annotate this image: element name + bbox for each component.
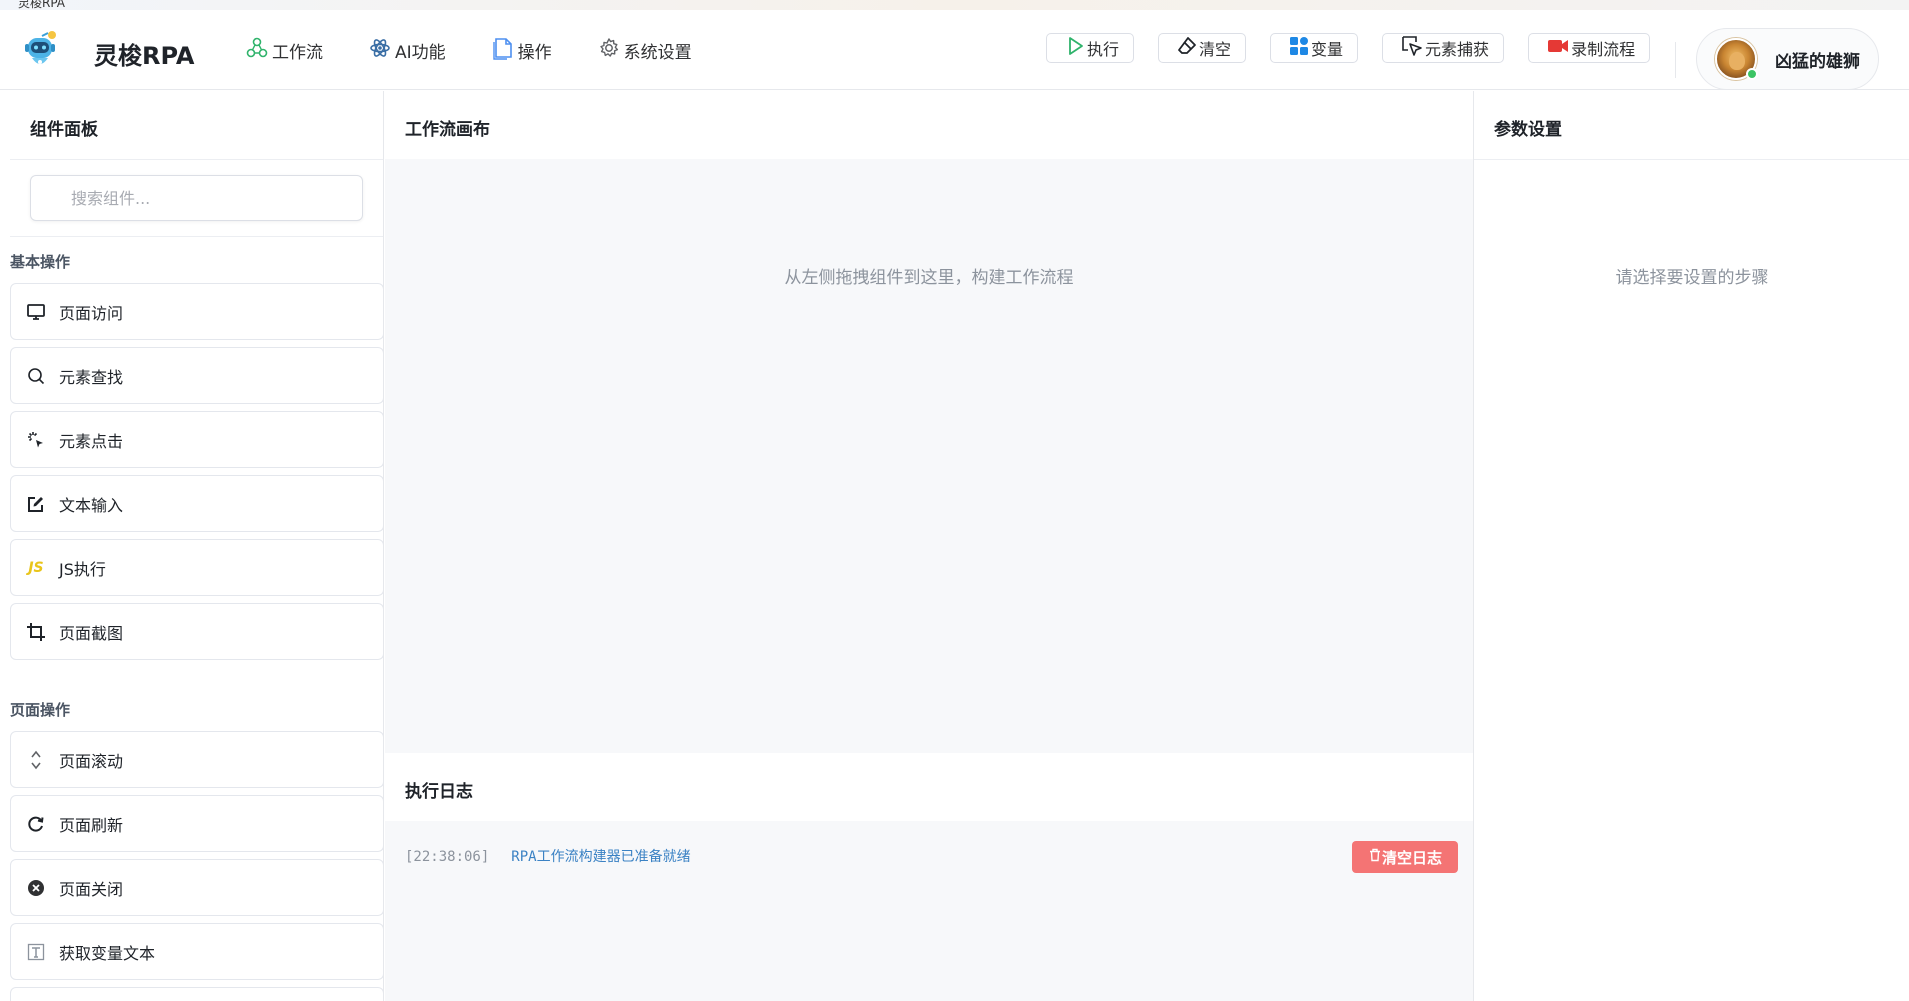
nav-settings[interactable]: 系统设置 xyxy=(598,34,692,66)
run-button[interactable]: 执行 xyxy=(1046,33,1135,63)
js-icon: JS xyxy=(28,559,44,576)
variables-button-label: 变量 xyxy=(1311,40,1344,59)
workflow-canvas-panel: 工作流画布 从左侧拖拽组件到这里，构建工作流程 执行日志 [22:38:06] R… xyxy=(385,91,1473,1001)
component-text-input[interactable]: 文本输入 xyxy=(10,475,383,532)
toolbar: 执行 清空 变量 元素捕获 录制流程 xyxy=(1046,33,1674,63)
gear-icon xyxy=(598,37,624,64)
log-message: RPA工作流构建器已准备就绪 xyxy=(511,849,691,865)
component-page-scroll[interactable]: 页面滚动 xyxy=(10,731,383,788)
component-label: 元素查找 xyxy=(59,367,124,387)
app-header: 灵梭RPA 工作流 AI功能 操作 系统设置 执行 清空 变量 元素捕获 录制流… xyxy=(0,10,1909,90)
clear-log-button-label: 清空日志 xyxy=(1381,849,1442,867)
main-nav: 工作流 AI功能 操作 系统设置 xyxy=(246,34,738,66)
close-circle-icon xyxy=(25,877,47,899)
component-panel-title: 组件面板 xyxy=(30,120,98,140)
monitor-icon xyxy=(25,301,47,323)
component-label: 页面刷新 xyxy=(59,815,124,835)
component-page-screenshot[interactable]: 页面截图 xyxy=(10,603,383,660)
os-titlebar: 灵梭RPA xyxy=(0,0,1909,10)
component-label: 页面访问 xyxy=(59,303,124,323)
log-time: [22:38:06] xyxy=(405,849,490,865)
canvas-title: 工作流画布 xyxy=(405,120,490,140)
component-label: 页面关闭 xyxy=(59,879,124,899)
workflow-icon xyxy=(246,37,272,64)
os-window-title: 灵梭RPA xyxy=(18,0,66,10)
log-header: 执行日志 xyxy=(385,753,1473,821)
nav-workflow[interactable]: 工作流 xyxy=(246,34,323,66)
nav-operation[interactable]: 操作 xyxy=(492,34,552,66)
ai-icon xyxy=(369,37,395,64)
user-name: 凶猛的雄狮 xyxy=(1775,51,1860,72)
params-panel: 参数设置 请选择要设置的步骤 xyxy=(1473,91,1909,1001)
log-title: 执行日志 xyxy=(405,782,473,802)
eraser-icon xyxy=(1177,36,1199,60)
edit-icon xyxy=(25,493,47,515)
nav-operation-label: 操作 xyxy=(517,42,552,63)
user-menu[interactable]: 凶猛的雄狮 xyxy=(1696,28,1879,90)
app-title: 灵梭RPA xyxy=(94,42,195,70)
search-icon xyxy=(25,365,47,387)
header-divider xyxy=(1675,42,1676,78)
nav-settings-label: 系统设置 xyxy=(623,42,692,63)
crop-icon xyxy=(25,621,47,643)
capture-button[interactable]: 元素捕获 xyxy=(1382,33,1505,63)
record-button-label: 录制流程 xyxy=(1571,40,1636,59)
log-area: [22:38:06] RPA工作流构建器已准备就绪 清空日志 xyxy=(385,821,1473,1001)
capture-button-label: 元素捕获 xyxy=(1425,40,1490,59)
variables-button[interactable]: 变量 xyxy=(1270,33,1359,63)
divider xyxy=(10,236,383,237)
clear-button-label: 清空 xyxy=(1199,40,1232,59)
play-icon xyxy=(1065,36,1087,60)
component-element-find[interactable]: 元素查找 xyxy=(10,347,383,404)
component-page-close[interactable]: 页面关闭 xyxy=(10,859,383,916)
component-label: 元素点击 xyxy=(59,431,124,451)
lion-avatar-icon xyxy=(1729,52,1745,70)
cursor-select-icon xyxy=(1401,35,1425,61)
component-label: JS执行 xyxy=(59,559,106,579)
run-button-label: 执行 xyxy=(1087,40,1120,59)
text-icon xyxy=(25,941,47,963)
online-status-icon xyxy=(1746,68,1758,80)
component-page-refresh[interactable]: 页面刷新 xyxy=(10,795,383,852)
clear-log-button[interactable]: 清空日志 xyxy=(1352,841,1458,873)
divider xyxy=(1474,159,1909,160)
workflow-canvas-dropzone[interactable]: 从左侧拖拽组件到这里，构建工作流程 xyxy=(385,159,1473,753)
component-next-partial[interactable] xyxy=(10,987,383,1001)
divider xyxy=(10,159,383,160)
params-panel-title: 参数设置 xyxy=(1494,120,1562,140)
group-title-page: 页面操作 xyxy=(10,701,71,719)
video-camera-icon xyxy=(1547,37,1571,59)
component-label: 页面滚动 xyxy=(59,751,124,771)
component-label: 页面截图 xyxy=(59,623,124,643)
component-panel: 组件面板 基本操作 页面访问 元素查找 元素点击 文本输入 JS JS执行 页面… xyxy=(0,91,384,1001)
group-title-basic: 基本操作 xyxy=(10,253,71,271)
avatar xyxy=(1715,38,1758,80)
component-js-execute[interactable]: JS JS执行 xyxy=(10,539,383,596)
robot-logo-icon xyxy=(20,28,64,72)
clear-button[interactable]: 清空 xyxy=(1158,33,1247,63)
nav-workflow-label: 工作流 xyxy=(272,42,323,63)
log-entry: [22:38:06] RPA工作流构建器已准备就绪 xyxy=(405,846,691,866)
canvas-empty-hint: 从左侧拖拽组件到这里，构建工作流程 xyxy=(784,268,1074,288)
refresh-icon xyxy=(25,813,47,835)
grid-icon xyxy=(1289,36,1311,60)
component-get-variable-text[interactable]: 获取变量文本 xyxy=(10,923,383,980)
component-element-click[interactable]: 元素点击 xyxy=(10,411,383,468)
nav-ai-label: AI功能 xyxy=(395,42,446,63)
scroll-icon xyxy=(25,749,47,771)
component-page-visit[interactable]: 页面访问 xyxy=(10,283,383,340)
trash-icon xyxy=(1368,848,1382,866)
component-label: 文本输入 xyxy=(59,495,124,515)
record-button[interactable]: 录制流程 xyxy=(1528,33,1651,63)
nav-ai[interactable]: AI功能 xyxy=(369,34,446,66)
component-search-input[interactable] xyxy=(30,175,363,221)
params-empty-hint: 请选择要设置的步骤 xyxy=(1615,268,1769,288)
document-icon xyxy=(492,36,518,65)
click-icon xyxy=(25,429,47,451)
component-label: 获取变量文本 xyxy=(59,943,156,963)
